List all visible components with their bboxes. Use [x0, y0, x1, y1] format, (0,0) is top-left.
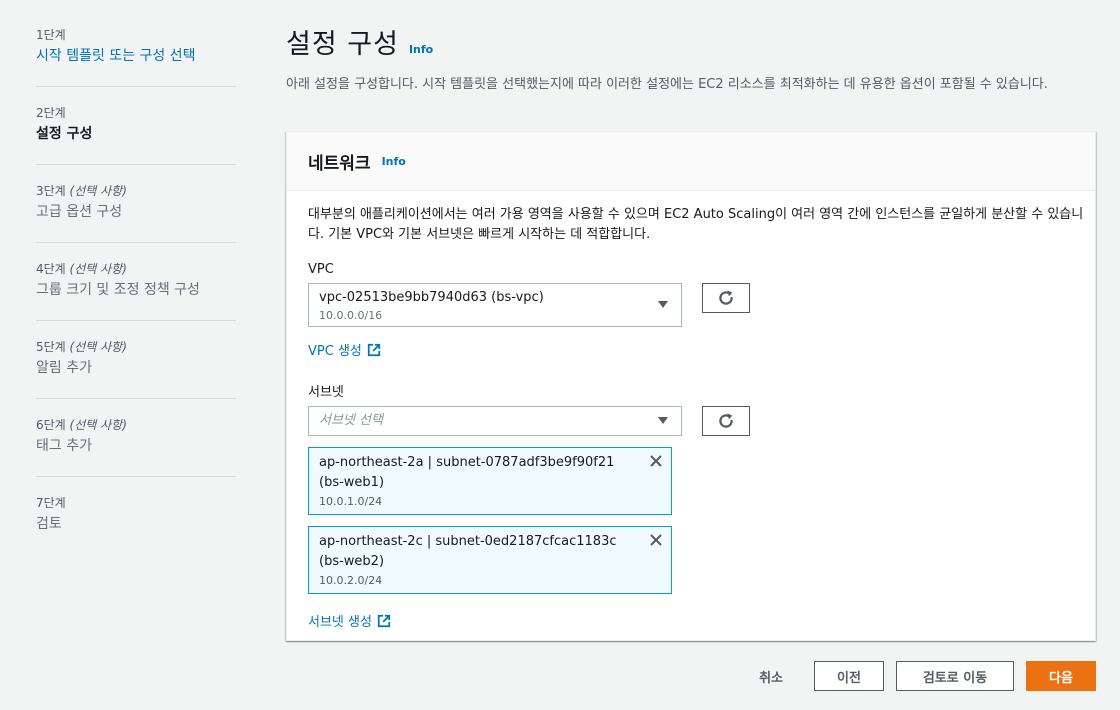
close-icon[interactable]: [649, 454, 663, 468]
step-number: 3단계 (선택 사항): [36, 184, 127, 198]
previous-button[interactable]: 이전: [814, 661, 884, 691]
subnet-token: ap-northeast-2c | subnet-0ed2187cfcac118…: [308, 526, 672, 594]
caret-down-icon: [658, 417, 668, 424]
step-title-configure-settings: 설정 구성: [36, 126, 93, 142]
network-header: 네트워크 Info: [287, 132, 1095, 191]
step-4: 4단계 (선택 사항) 그룹 크기 및 조정 정책 구성: [36, 242, 236, 320]
subnet-placeholder: 서브넷 선택: [319, 413, 383, 428]
step-number: 1단계: [36, 28, 66, 42]
next-button[interactable]: 다음: [1026, 661, 1096, 691]
page-title: 설정 구성: [286, 29, 399, 60]
step-title-tags: 태그 추가: [36, 438, 92, 454]
step-number: 4단계 (선택 사항): [36, 262, 127, 276]
subnet-token-name: ap-northeast-2c | subnet-0ed2187cfcac118…: [319, 534, 617, 569]
refresh-icon: [719, 290, 733, 305]
step-number: 2단계: [36, 106, 66, 120]
page-description: 아래 설정을 구성합니다. 시작 템플릿을 선택했는지에 따라 이러한 설정에는…: [286, 77, 1048, 92]
step-2: 2단계 설정 구성: [36, 86, 236, 164]
wizard-steps: 1단계 시작 템플릿 또는 구성 선택 2단계 설정 구성 3단계 (선택 사항…: [36, 28, 236, 554]
vpc-select[interactable]: vpc-02513be9bb7940d63 (bs-vpc) 10.0.0.0/…: [308, 283, 682, 327]
close-icon[interactable]: [649, 533, 663, 547]
vpc-cidr: 10.0.0.0/16: [319, 309, 383, 322]
create-subnet-link[interactable]: 서브넷 생성: [308, 611, 391, 630]
cancel-button[interactable]: 취소: [759, 667, 783, 686]
wizard-actions: 취소 이전 검토로 이동 다음: [759, 661, 1096, 691]
network-title: 네트워크: [308, 153, 371, 174]
vpc-selected-value: vpc-02513be9bb7940d63 (bs-vpc): [319, 290, 544, 305]
refresh-icon: [719, 413, 733, 428]
step-3: 3단계 (선택 사항) 고급 옵션 구성: [36, 164, 236, 242]
network-info-link[interactable]: Info: [382, 155, 406, 168]
subnet-token-name: ap-northeast-2a | subnet-0787adf3be9f90f…: [319, 455, 615, 490]
subnet-refresh-button[interactable]: [702, 406, 750, 436]
step-number: 6단계 (선택 사항): [36, 418, 127, 432]
skip-to-review-button[interactable]: 검토로 이동: [896, 661, 1014, 691]
vpc-label: VPC: [308, 262, 334, 277]
step-1: 1단계 시작 템플릿 또는 구성 선택: [36, 28, 236, 86]
create-vpc-link[interactable]: VPC 생성: [308, 340, 381, 359]
subnet-token-cidr: 10.0.1.0/24: [319, 495, 383, 508]
caret-down-icon: [658, 301, 668, 308]
step-6: 6단계 (선택 사항) 태그 추가: [36, 398, 236, 476]
network-body: 대부분의 애플리케이션에서는 여러 가용 영역을 사용할 수 있으며 EC2 A…: [287, 191, 1095, 630]
external-link-icon: [367, 343, 380, 356]
external-link-icon: [377, 614, 391, 627]
step-title-notifications: 알림 추가: [36, 360, 92, 376]
step-title-advanced-options: 고급 옵션 구성: [36, 204, 123, 220]
subnet-label: 서브넷: [308, 385, 344, 400]
subnet-token-cidr: 10.0.2.0/24: [319, 574, 383, 587]
page-header: 설정 구성 Info: [286, 22, 433, 61]
step-link-choose-template[interactable]: 시작 템플릿 또는 구성 선택: [36, 46, 236, 67]
vpc-refresh-button[interactable]: [702, 283, 750, 313]
step-title-review: 검토: [36, 516, 62, 532]
step-number: 7단계: [36, 496, 66, 510]
create-subnet-label: 서브넷 생성: [308, 615, 372, 630]
subnet-select[interactable]: 서브넷 선택: [308, 406, 682, 436]
network-description: 대부분의 애플리케이션에서는 여러 가용 영역을 사용할 수 있으며 EC2 A…: [308, 207, 1084, 242]
subnet-row: 서브넷 선택: [308, 406, 1074, 436]
step-5: 5단계 (선택 사항) 알림 추가: [36, 320, 236, 398]
subnet-token: ap-northeast-2a | subnet-0787adf3be9f90f…: [308, 447, 672, 515]
create-vpc-label: VPC 생성: [308, 344, 362, 359]
network-container: 네트워크 Info 대부분의 애플리케이션에서는 여러 가용 영역을 사용할 수…: [286, 131, 1096, 641]
step-number: 5단계 (선택 사항): [36, 340, 127, 354]
page-info-link[interactable]: Info: [409, 43, 433, 56]
vpc-row: vpc-02513be9bb7940d63 (bs-vpc) 10.0.0.0/…: [308, 283, 1074, 327]
step-7: 7단계 검토: [36, 476, 236, 554]
step-title-group-size: 그룹 크기 및 조정 정책 구성: [36, 282, 200, 298]
